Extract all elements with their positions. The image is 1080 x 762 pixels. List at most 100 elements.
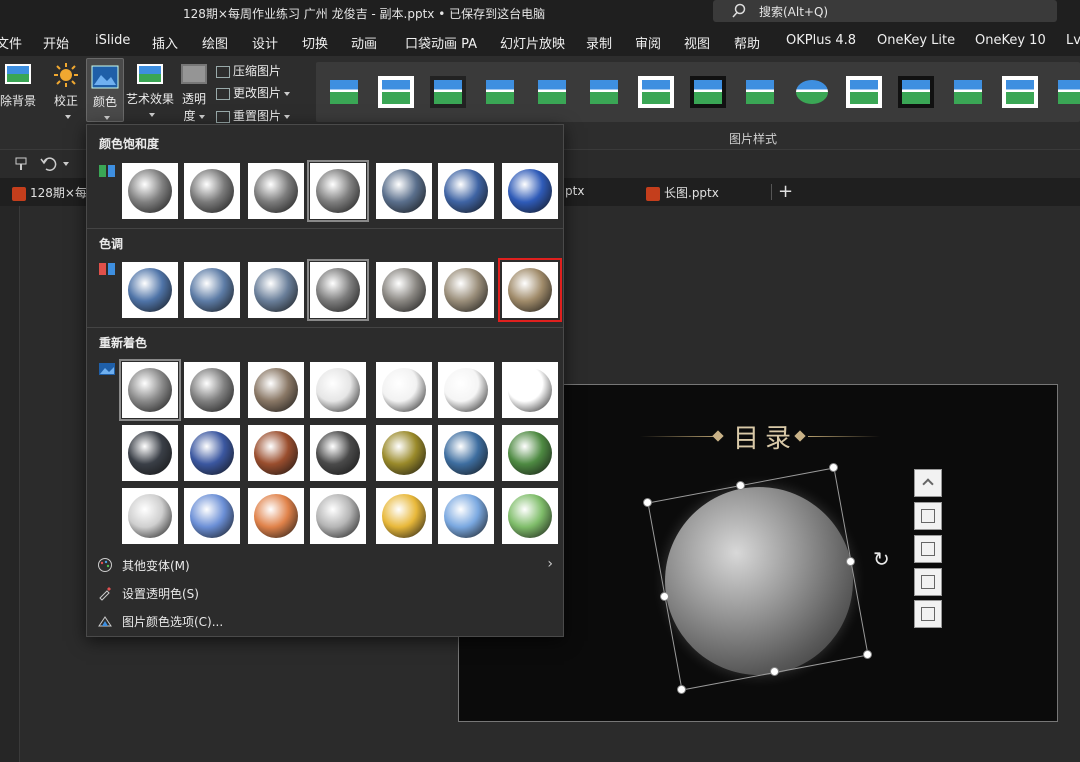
recolor-row3-option-2[interactable] — [184, 488, 240, 544]
tab-slideshow[interactable]: 幻灯片放映 — [500, 33, 565, 52]
saturation-option-5[interactable] — [376, 163, 432, 219]
tab-pocket-animation[interactable]: 口袋动画 PA — [405, 33, 477, 52]
tab-animations[interactable]: 动画 — [351, 33, 377, 52]
picture-style-11[interactable] — [846, 76, 882, 108]
tone-option-6[interactable] — [438, 262, 494, 318]
corrections-button[interactable]: 校正 — [50, 62, 82, 122]
picture-style-8[interactable] — [690, 76, 726, 108]
recolor-row1-option-5[interactable] — [376, 362, 432, 418]
tab-view[interactable]: 视图 — [684, 33, 710, 52]
search-box[interactable]: 搜索(Alt+Q) — [713, 0, 1057, 22]
compress-pictures-button[interactable]: 压缩图片 — [216, 62, 281, 79]
undo-icon[interactable] — [40, 156, 58, 172]
arrange-tool-button[interactable] — [914, 535, 942, 563]
set-transparent-color-menu-item[interactable]: 设置透明色(S) — [97, 581, 553, 605]
recolor-row2-option-6[interactable] — [438, 425, 494, 481]
saturation-option-7[interactable] — [502, 163, 558, 219]
moon-picture[interactable] — [665, 487, 853, 675]
tab-transitions[interactable]: 切换 — [302, 33, 328, 52]
slide-thumbnail-panel[interactable] — [0, 206, 20, 762]
tone-option-1[interactable] — [122, 262, 178, 318]
tab-help[interactable]: 帮助 — [734, 33, 760, 52]
rotate-handle-icon[interactable]: ↻ — [873, 547, 890, 571]
recolor-row2-option-5[interactable] — [376, 425, 432, 481]
transparency-button[interactable]: 透明 度 — [178, 62, 210, 126]
saturation-option-4[interactable] — [307, 160, 369, 222]
doc-tab-1[interactable]: 128期×每 — [12, 184, 87, 201]
tone-option-5[interactable] — [376, 262, 432, 318]
crop-tool-button[interactable] — [914, 502, 942, 530]
recolor-row2-option-7[interactable] — [502, 425, 558, 481]
tab-record[interactable]: 录制 — [586, 33, 612, 52]
slide-title[interactable]: 目录 — [733, 418, 797, 455]
tab-file[interactable]: 文件 — [0, 33, 22, 52]
picture-style-3[interactable] — [430, 76, 466, 108]
picture-style-12[interactable] — [898, 76, 934, 108]
recolor-row1-option-4[interactable] — [310, 362, 366, 418]
resize-tool-button[interactable] — [914, 600, 942, 628]
resize-handle-top-left[interactable] — [643, 498, 652, 507]
tab-review[interactable]: 审阅 — [635, 33, 661, 52]
artistic-effects-button[interactable]: 艺术效果 — [126, 62, 174, 122]
resize-handle-right[interactable] — [846, 557, 855, 566]
picture-style-15[interactable] — [1054, 76, 1080, 108]
new-tab-button[interactable]: + — [778, 181, 793, 202]
resize-handle-bottom-left[interactable] — [677, 685, 686, 694]
saturation-option-1[interactable] — [122, 163, 178, 219]
reset-picture-button[interactable]: 重置图片 — [216, 107, 291, 124]
remove-background-button[interactable]: 除背景 — [0, 62, 36, 122]
picture-style-2[interactable] — [378, 76, 414, 108]
doc-tab-2[interactable]: ptx — [565, 184, 584, 198]
tone-option-7[interactable] — [498, 258, 562, 322]
recolor-row1-option-1[interactable] — [119, 359, 181, 421]
change-picture-button[interactable]: 更改图片 — [216, 84, 291, 101]
resize-handle-bottom-right[interactable] — [863, 650, 872, 659]
recolor-row3-option-6[interactable] — [438, 488, 494, 544]
color-button[interactable]: 颜色 — [86, 58, 124, 122]
picture-style-6[interactable] — [586, 76, 622, 108]
saturation-option-3[interactable] — [248, 163, 304, 219]
resize-handle-top[interactable] — [736, 481, 745, 490]
picture-style-4[interactable] — [482, 76, 518, 108]
tab-home[interactable]: 开始 — [43, 33, 69, 52]
recolor-row2-option-2[interactable] — [184, 425, 240, 481]
tab-onekey-lite[interactable]: OneKey Lite — [877, 33, 955, 48]
chevron-down-icon[interactable] — [63, 162, 69, 166]
replace-tool-button[interactable] — [914, 568, 942, 596]
recolor-row2-option-1[interactable] — [122, 425, 178, 481]
picture-style-5[interactable] — [534, 76, 570, 108]
picture-style-14[interactable] — [1002, 76, 1038, 108]
tab-islide[interactable]: iSlide — [95, 33, 130, 48]
recolor-row1-option-2[interactable] — [184, 362, 240, 418]
resize-handle-left[interactable] — [660, 592, 669, 601]
saturation-option-2[interactable] — [184, 163, 240, 219]
recolor-row3-option-1[interactable] — [122, 488, 178, 544]
more-variations-menu-item[interactable]: 其他变体(M) › — [97, 553, 553, 577]
tone-option-2[interactable] — [184, 262, 240, 318]
recolor-row1-option-3[interactable] — [248, 362, 304, 418]
saturation-option-6[interactable] — [438, 163, 494, 219]
format-painter-icon[interactable] — [14, 156, 30, 172]
picture-style-13[interactable] — [950, 76, 986, 108]
tab-lv[interactable]: Lv — [1066, 33, 1080, 48]
layout-options-button[interactable] — [914, 469, 942, 497]
picture-color-options-menu-item[interactable]: 图片颜色选项(C)... — [97, 609, 553, 633]
recolor-row3-option-7[interactable] — [502, 488, 558, 544]
tab-design[interactable]: 设计 — [252, 33, 278, 52]
recolor-row3-option-3[interactable] — [248, 488, 304, 544]
recolor-row2-option-4[interactable] — [310, 425, 366, 481]
tab-insert[interactable]: 插入 — [152, 33, 178, 52]
tab-okplus[interactable]: OKPlus 4.8 — [786, 33, 856, 48]
picture-style-1[interactable] — [326, 76, 362, 108]
picture-style-7[interactable] — [638, 76, 674, 108]
recolor-row3-option-4[interactable] — [310, 488, 366, 544]
recolor-row1-option-7[interactable] — [502, 362, 558, 418]
tone-option-3[interactable] — [248, 262, 304, 318]
tone-option-4[interactable] — [307, 259, 369, 321]
tab-draw[interactable]: 绘图 — [202, 33, 228, 52]
resize-handle-bottom[interactable] — [770, 667, 779, 676]
resize-handle-top-right[interactable] — [829, 463, 838, 472]
recolor-row3-option-5[interactable] — [376, 488, 432, 544]
picture-style-9[interactable] — [742, 76, 778, 108]
recolor-row2-option-3[interactable] — [248, 425, 304, 481]
